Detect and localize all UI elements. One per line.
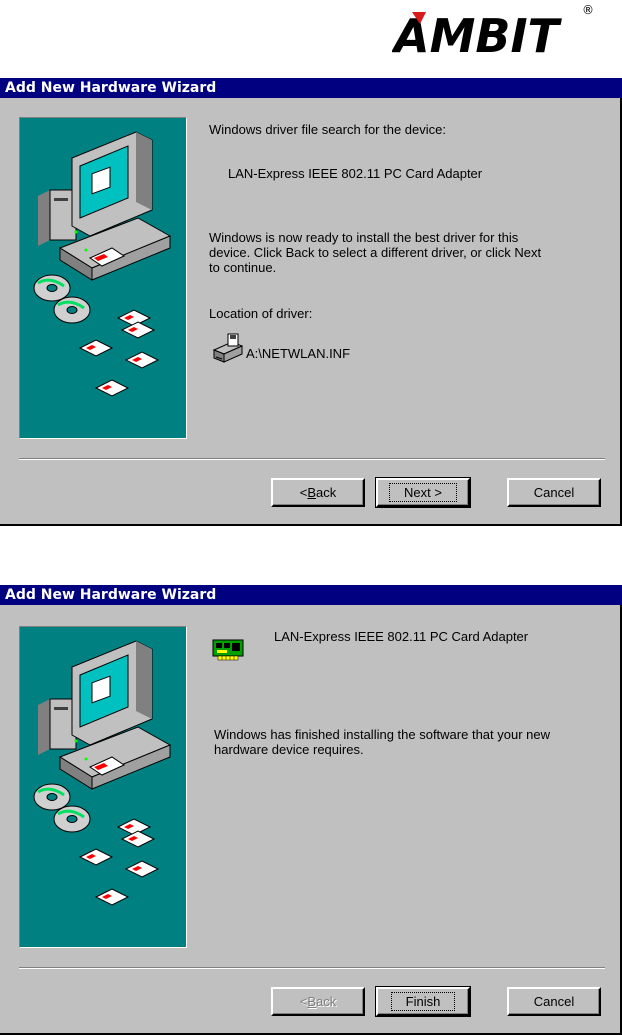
back-button[interactable]: < Back — [271, 478, 365, 507]
next-button-label: Next > — [389, 483, 457, 502]
title-bar[interactable]: Add New Hardware Wizard — [0, 585, 622, 605]
back-button-label: ack — [316, 994, 337, 1009]
computer-illustration — [33, 131, 172, 397]
finish-button[interactable]: Finish — [375, 986, 471, 1017]
finish-button-label: Finish — [390, 992, 456, 1011]
device-name: LAN-Express IEEE 802.11 PC Card Adapter — [228, 166, 483, 181]
floppy-drive-icon — [212, 332, 244, 364]
network-card-icon — [212, 637, 246, 663]
wizard-dialog-driver-search: Add New Hardware Wizard Windows driver f… — [0, 78, 622, 526]
device-name: LAN-Express IEEE 802.11 PC Card Adapter — [274, 629, 529, 644]
back-button-label: ack — [316, 485, 337, 500]
back-button-prefix: < — [299, 994, 308, 1009]
next-button[interactable]: Next > — [375, 477, 471, 508]
search-label: Windows driver file search for the devic… — [209, 122, 446, 137]
computer-illustration — [33, 640, 172, 906]
driver-path: A:\NETWLAN.INF — [246, 346, 351, 361]
cancel-button[interactable]: Cancel — [507, 987, 601, 1016]
separator — [19, 967, 605, 969]
finished-text-line-1: Windows has finished installing the soft… — [214, 727, 551, 742]
back-button-accelerator: B — [307, 994, 317, 1009]
back-button-accelerator: B — [307, 485, 317, 500]
wizard-illustration — [19, 117, 187, 439]
ready-text-line-1: Windows is now ready to install the best… — [209, 230, 519, 245]
ambit-logo: AMBIT ® — [392, 0, 607, 62]
wizard-dialog-finished: Add New Hardware Wizard LAN-Express IEEE… — [0, 585, 622, 1035]
location-label: Location of driver: — [209, 306, 313, 321]
cancel-button-label: Cancel — [533, 994, 575, 1009]
back-button[interactable]: < Back — [271, 987, 365, 1016]
title-bar[interactable]: Add New Hardware Wizard — [0, 78, 622, 98]
ready-text-line-3: to continue. — [209, 260, 277, 275]
separator — [19, 458, 605, 460]
wizard-illustration — [19, 626, 187, 948]
registered-mark: ® — [582, 3, 594, 17]
cancel-button[interactable]: Cancel — [507, 478, 601, 507]
cancel-button-label: Cancel — [533, 485, 575, 500]
back-button-prefix: < — [299, 485, 308, 500]
ready-text-line-2: device. Click Back to select a different… — [209, 245, 542, 260]
finished-text-line-2: hardware device requires. — [214, 742, 364, 757]
